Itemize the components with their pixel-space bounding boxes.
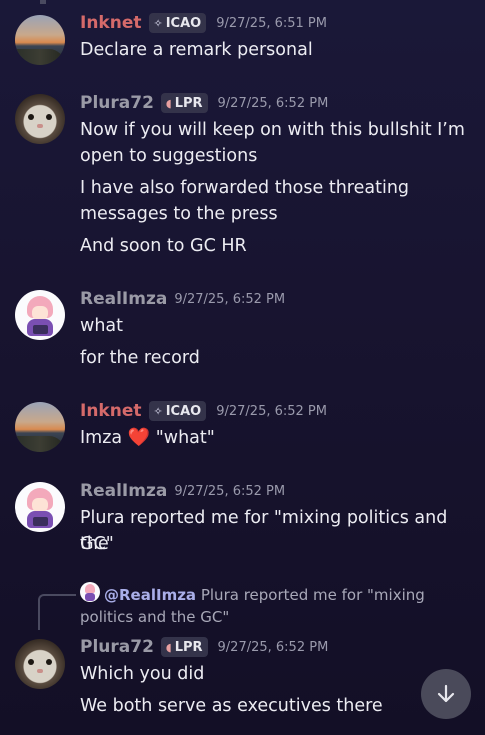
message-text: We both serve as executives there: [80, 696, 383, 716]
message-text: I have also forwarded those threating: [80, 178, 410, 198]
avatar-plura72[interactable]: [15, 94, 65, 144]
message-text: Declare a remark personal: [80, 40, 313, 60]
server-tag[interactable]: ◖ LPR: [160, 93, 208, 113]
server-tag[interactable]: ◖ LPR: [160, 637, 208, 657]
timestamp: 9/27/25, 6:52 PM: [216, 403, 327, 419]
avatar-inknet[interactable]: [15, 15, 65, 65]
username[interactable]: Plura72: [80, 93, 154, 113]
reply-mention[interactable]: @RealImza: [104, 586, 196, 604]
username[interactable]: Plura72: [80, 637, 154, 657]
avatar-inknet[interactable]: [15, 402, 65, 452]
timestamp: 9/27/25, 6:52 PM: [217, 639, 329, 655]
server-tag[interactable]: ✧ ICAO: [148, 13, 207, 33]
ham-icon: ◖: [165, 96, 172, 110]
message-text: GC": [80, 534, 114, 554]
diamond-sparkle-icon: ✧: [153, 404, 163, 418]
timestamp: 9/27/25, 6:52 PM: [174, 483, 286, 499]
reply-preview[interactable]: @RealImza Plura reported me for "mixing …: [80, 584, 450, 628]
avatar-realimza[interactable]: [15, 290, 65, 340]
avatar-plura72[interactable]: [15, 639, 65, 689]
avatar-realimza[interactable]: [15, 482, 65, 532]
username[interactable]: Inknet: [80, 13, 142, 33]
diamond-sparkle-icon: ✧: [153, 16, 163, 30]
message-text: And soon to GC HR: [80, 236, 247, 256]
timestamp: 9/27/25, 6:51 PM: [216, 15, 327, 31]
message-text: Now if you will keep on with this bullsh…: [80, 120, 465, 140]
message-text: open to suggestions: [80, 146, 258, 166]
server-tag[interactable]: ✧ ICAO: [148, 401, 207, 421]
message-header: Plura72 ◖ LPR 9/27/25, 6:52 PM: [80, 636, 328, 658]
message-header: Plura72 ◖ LPR 9/27/25, 6:52 PM: [80, 92, 328, 114]
message-header: Inknet ✧ ICAO 9/27/25, 6:51 PM: [80, 12, 327, 34]
arrow-down-icon: [437, 684, 455, 703]
message-text: Which you did: [80, 664, 205, 684]
username[interactable]: RealImza: [80, 481, 167, 501]
username[interactable]: RealImza: [80, 289, 167, 309]
heart-emoji[interactable]: ❤️: [128, 427, 150, 448]
reply-connector: [38, 594, 76, 630]
message-text: messages to the press: [80, 204, 278, 224]
message-header: Inknet ✧ ICAO 9/27/25, 6:52 PM: [80, 400, 327, 422]
message-text: Imza ❤️ "what": [80, 427, 215, 448]
message-header: RealImza 9/27/25, 6:52 PM: [80, 288, 285, 310]
scroll-to-bottom-button[interactable]: [421, 669, 471, 719]
timestamp: 9/27/25, 6:52 PM: [217, 95, 329, 111]
chat-message-list[interactable]: Inknet ✧ ICAO 9/27/25, 6:51 PM Declare a …: [0, 0, 485, 735]
username[interactable]: Inknet: [80, 401, 142, 421]
timestamp: 9/27/25, 6:52 PM: [174, 291, 286, 307]
ham-icon: ◖: [165, 640, 172, 654]
reply-connector-fragment: [40, 0, 46, 4]
message-text: what: [80, 316, 123, 336]
message-header: RealImza 9/27/25, 6:52 PM: [80, 480, 285, 502]
message-text: for the record: [80, 348, 200, 368]
